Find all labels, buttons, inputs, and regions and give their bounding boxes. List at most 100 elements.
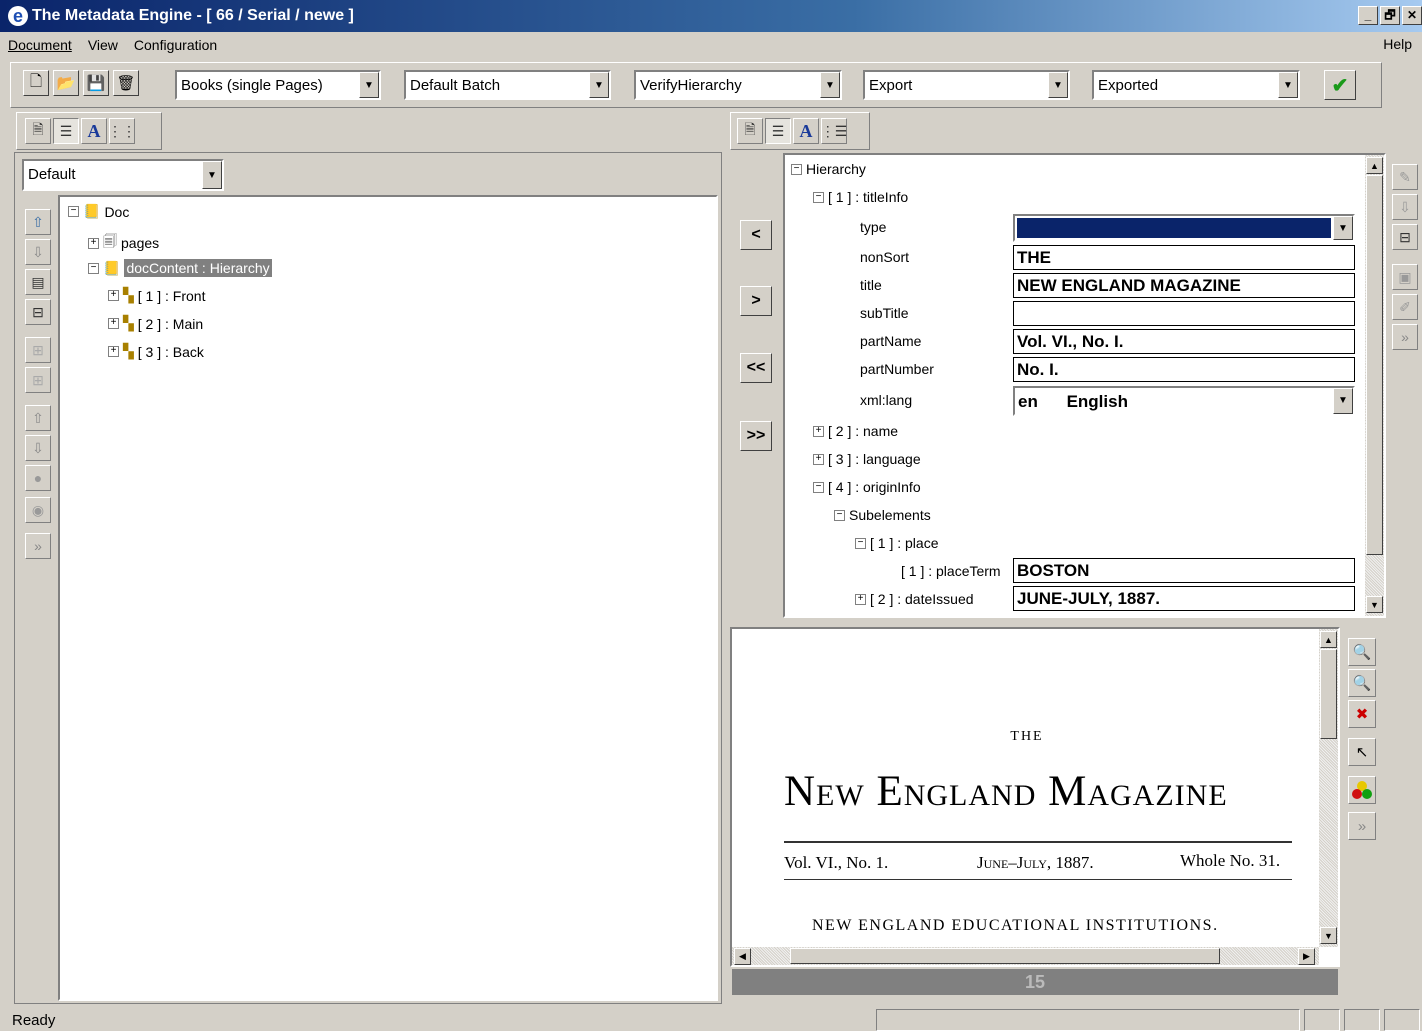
- collapse-toggle-icon[interactable]: −: [834, 509, 845, 521]
- chevron-down-icon[interactable]: ▼: [589, 72, 609, 98]
- batch-select[interactable]: Default Batch ▼: [404, 70, 611, 100]
- more-tools-icon[interactable]: »: [1392, 324, 1418, 350]
- scroll-up-icon[interactable]: ▲: [1320, 631, 1337, 648]
- tree-view-icon[interactable]: ☰: [765, 118, 791, 144]
- stamp-icon[interactable]: ▣: [1392, 264, 1418, 290]
- placeterm-field[interactable]: BOSTON: [1013, 558, 1355, 583]
- image-hscrollbar[interactable]: ◀ ▶: [732, 947, 1319, 965]
- edit-note-icon[interactable]: ✐: [1392, 294, 1418, 320]
- text-view-icon[interactable]: A: [81, 118, 107, 144]
- hier-node-origininfo[interactable]: − [ 4 ] : originInfo: [813, 479, 921, 495]
- export-down-icon[interactable]: ⇩: [25, 435, 51, 461]
- minimize-button[interactable]: _: [1358, 6, 1378, 25]
- scroll-thumb[interactable]: [1366, 175, 1383, 555]
- scroll-up-icon[interactable]: ▲: [1366, 157, 1383, 174]
- export-up-icon[interactable]: ⇧: [25, 405, 51, 431]
- list-view-icon[interactable]: ⋮⋮: [108, 118, 136, 144]
- zoom-in-icon[interactable]: 🔍: [1348, 638, 1376, 666]
- hier-node-root[interactable]: − Hierarchy: [791, 161, 866, 177]
- xmllang-select[interactable]: en English ▼: [1013, 386, 1355, 416]
- title-field[interactable]: NEW ENGLAND MAGAZINE: [1013, 273, 1355, 298]
- expand-toggle-icon[interactable]: +: [88, 237, 99, 249]
- menu-configuration[interactable]: Configuration: [126, 37, 225, 53]
- scroll-down-icon[interactable]: ▼: [1366, 596, 1383, 613]
- expand-toggle-icon[interactable]: +: [108, 290, 119, 301]
- new-document-icon[interactable]: 🗋: [23, 70, 49, 96]
- open-folder-icon[interactable]: 📂: [53, 70, 79, 96]
- status-select[interactable]: Exported ▼: [1092, 70, 1300, 100]
- hier-node-language[interactable]: + [ 3 ] : language: [813, 451, 921, 467]
- chevron-down-icon[interactable]: ▼: [820, 72, 840, 98]
- scroll-left-icon[interactable]: ◀: [734, 948, 751, 965]
- collapse-toggle-icon[interactable]: −: [855, 537, 866, 549]
- ok-button[interactable]: ✔: [1324, 70, 1356, 100]
- menu-document[interactable]: Document: [0, 37, 80, 53]
- move-up-icon[interactable]: ⇧: [25, 209, 51, 235]
- nonsort-field[interactable]: THE: [1013, 245, 1355, 270]
- chevron-down-icon[interactable]: ▼: [1048, 72, 1068, 98]
- chevron-down-icon[interactable]: ▼: [1333, 388, 1353, 414]
- text-view-icon[interactable]: A: [793, 118, 819, 144]
- scroll-thumb[interactable]: [1320, 649, 1337, 739]
- expand-toggle-icon[interactable]: +: [108, 318, 119, 329]
- last-button[interactable]: >>: [740, 421, 772, 451]
- more-tools-icon[interactable]: »: [1348, 812, 1376, 840]
- collapse-toggle-icon[interactable]: −: [68, 206, 79, 217]
- save-icon[interactable]: 💾: [83, 70, 109, 96]
- list-view-icon[interactable]: ⋮☰: [821, 118, 847, 144]
- chevron-down-icon[interactable]: ▼: [359, 72, 379, 98]
- tree-node-front[interactable]: + ▚ [ 1 ] : Front: [108, 287, 205, 304]
- restore-button[interactable]: 🗗: [1380, 6, 1400, 25]
- hier-node-place[interactable]: − [ 1 ] : place: [855, 535, 938, 551]
- collapse-toggle-icon[interactable]: −: [88, 262, 99, 274]
- expand-toggle-icon[interactable]: +: [813, 425, 824, 437]
- menu-view[interactable]: View: [80, 37, 126, 53]
- workflow-select[interactable]: Books (single Pages) ▼: [175, 70, 381, 100]
- zoom-out-icon[interactable]: 🔍: [1348, 669, 1376, 697]
- zoom-fit-icon[interactable]: ✖: [1348, 700, 1376, 728]
- image-vscrollbar[interactable]: ▲ ▼: [1319, 629, 1338, 947]
- expand-toggle-icon[interactable]: +: [108, 346, 119, 357]
- chevron-down-icon[interactable]: ▼: [1333, 216, 1353, 240]
- partnumber-field[interactable]: No. I.: [1013, 357, 1355, 382]
- color-balls-icon[interactable]: [1348, 776, 1376, 804]
- expand-toggle-icon[interactable]: +: [813, 453, 824, 465]
- properties-icon[interactable]: ▤: [25, 269, 51, 295]
- chevron-down-icon[interactable]: ▼: [1278, 72, 1298, 98]
- menu-help[interactable]: Help: [1375, 36, 1420, 52]
- chevron-down-icon[interactable]: ▼: [202, 161, 222, 189]
- pointer-icon[interactable]: ↖: [1348, 738, 1376, 766]
- close-button[interactable]: ✕: [1402, 6, 1422, 25]
- first-button[interactable]: <<: [740, 353, 772, 383]
- collapse-toggle-icon[interactable]: −: [791, 163, 802, 175]
- hierarchy-scrollbar[interactable]: ▲ ▼: [1365, 155, 1384, 616]
- tree-node-back[interactable]: + ▚ [ 3 ] : Back: [108, 343, 204, 360]
- dot-icon[interactable]: ●: [25, 465, 51, 491]
- page-view-icon[interactable]: 🗎: [737, 118, 763, 144]
- tree-node-doc[interactable]: − 📒 Doc: [68, 203, 129, 220]
- merge-icon[interactable]: ⊞: [25, 367, 51, 393]
- scroll-right-icon[interactable]: ▶: [1298, 948, 1315, 965]
- subtitle-field[interactable]: [1013, 301, 1355, 326]
- collapse-toggle-icon[interactable]: −: [813, 191, 824, 203]
- split-icon[interactable]: ⊞: [25, 337, 51, 363]
- dateissued-field[interactable]: JUNE-JULY, 1887.: [1013, 586, 1355, 611]
- hier-node-name[interactable]: + [ 2 ] : name: [813, 423, 898, 439]
- tree-view-icon[interactable]: ☰: [53, 118, 79, 144]
- collapse-icon[interactable]: ⊟: [25, 299, 51, 325]
- expand-toggle-icon[interactable]: +: [855, 593, 866, 605]
- hier-node-titleinfo[interactable]: − [ 1 ] : titleInfo: [813, 189, 908, 205]
- collapse-icon[interactable]: ⊟: [1392, 224, 1418, 250]
- hier-node-subelements[interactable]: − Subelements: [834, 507, 931, 523]
- more-tools-icon[interactable]: »: [25, 533, 51, 559]
- scroll-down-icon[interactable]: ▼: [1320, 927, 1337, 944]
- view-profile-select[interactable]: Default ▼: [22, 159, 224, 191]
- export-icon[interactable]: ⇩: [1392, 194, 1418, 220]
- hier-node-dateissued[interactable]: + [ 2 ] : dateIssued: [855, 591, 974, 607]
- previous-button[interactable]: <: [740, 220, 772, 250]
- next-button[interactable]: >: [740, 286, 772, 316]
- partname-field[interactable]: Vol. VI., No. I.: [1013, 329, 1355, 354]
- action-select[interactable]: Export ▼: [863, 70, 1070, 100]
- tree-node-doccontent[interactable]: − 📒 docContent : Hierarchy: [88, 259, 272, 277]
- tree-node-main[interactable]: + ▚ [ 2 ] : Main: [108, 315, 203, 332]
